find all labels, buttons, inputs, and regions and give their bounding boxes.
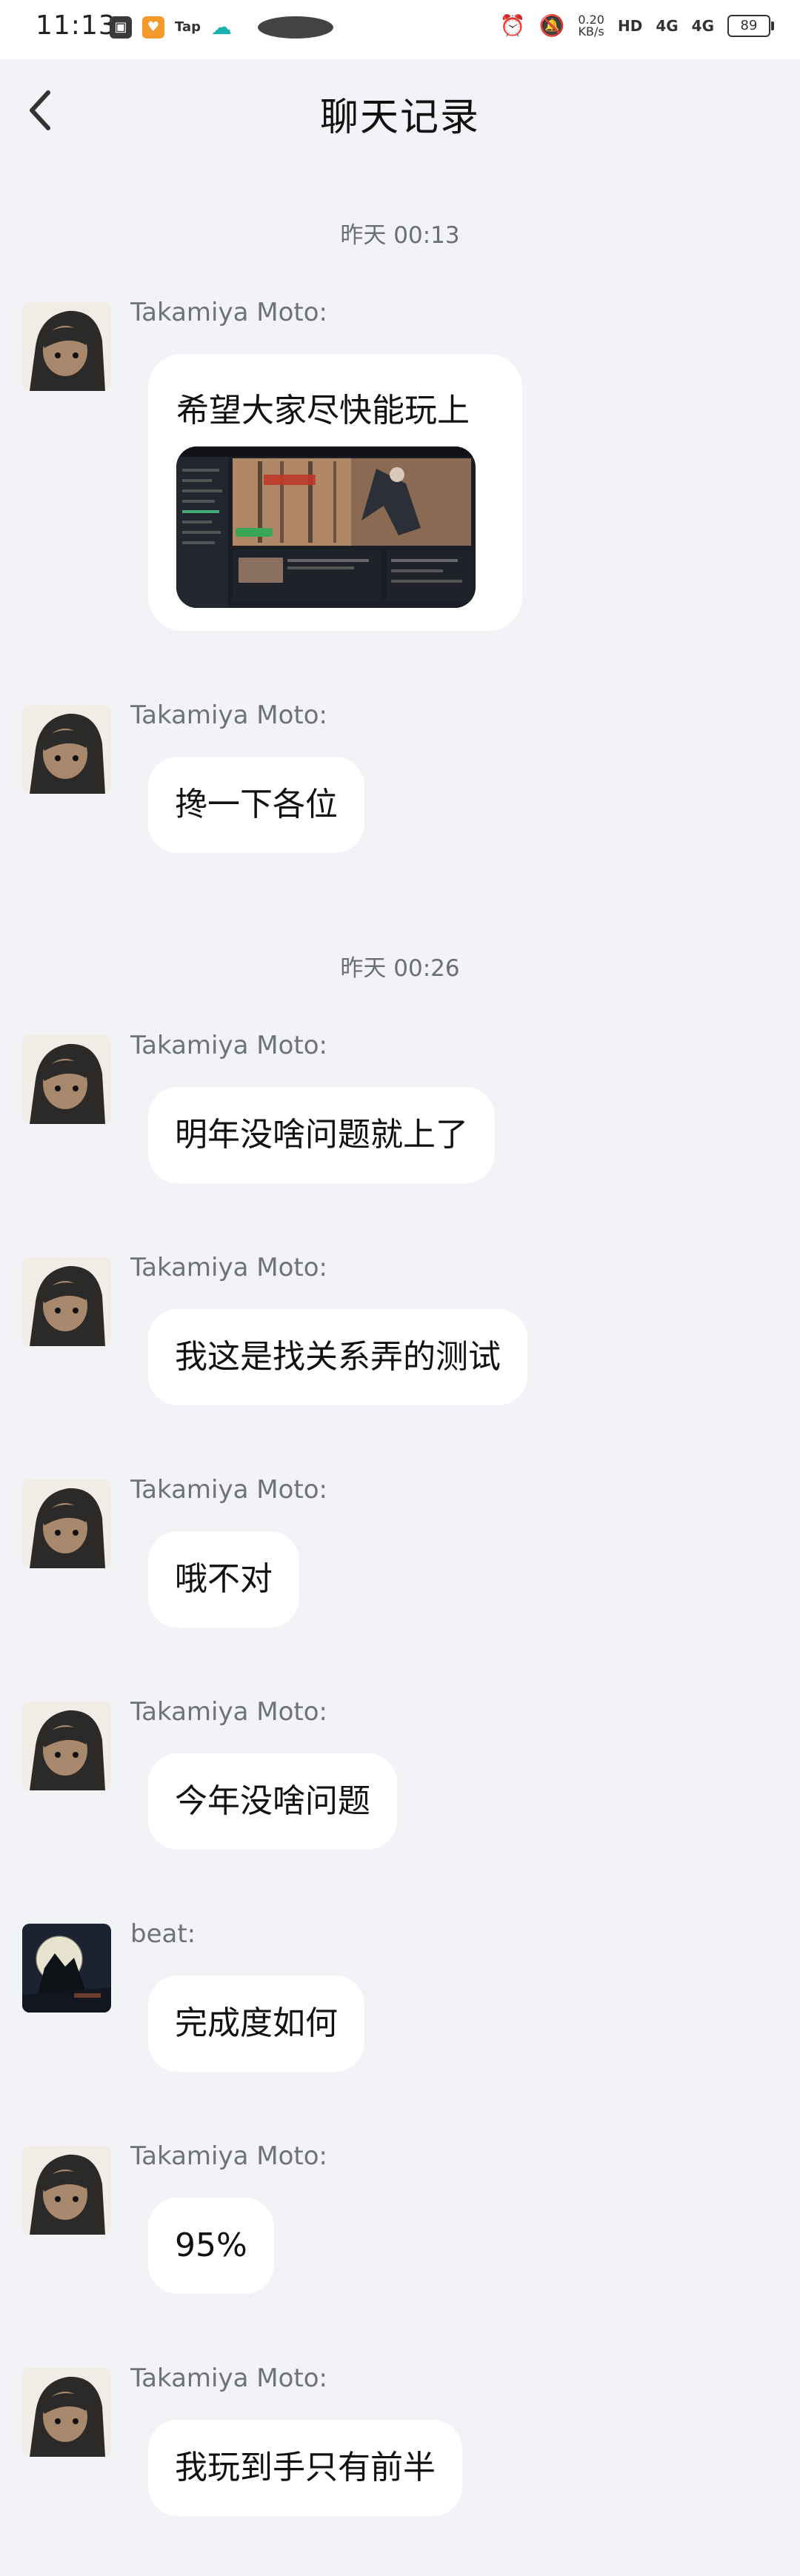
message-bubble[interactable]: 完成度如何	[148, 1976, 364, 2072]
message-bubble[interactable]: 希望大家尽快能玩上	[148, 354, 522, 631]
avatar[interactable]	[22, 1702, 111, 1790]
message-bubble[interactable]: 明年没啥问题就上了	[148, 1087, 495, 1183]
nav-bar: 聊天记录	[0, 59, 800, 163]
sender-name: Takamiya Moto:	[130, 1697, 327, 1727]
message-bubble[interactable]: 我这是找关系弄的测试	[148, 1309, 527, 1405]
avatar[interactable]	[22, 2146, 111, 2235]
cloud-sync-icon: ☁	[211, 15, 232, 39]
tap-app-icon: Tap	[175, 19, 201, 35]
brand-notification-icon: ♥	[142, 16, 164, 39]
status-time: 11:13	[36, 10, 116, 41]
hd-voice-icon: HD	[617, 16, 643, 35]
sender-name: Takamiya Moto:	[130, 700, 327, 730]
sim2-signal-icon: 4G	[691, 16, 714, 35]
avatar[interactable]	[22, 1924, 111, 2013]
message-bubble[interactable]: 搀一下各位	[148, 757, 364, 853]
sender-name: Takamiya Moto:	[130, 2141, 327, 2171]
sender-name: beat:	[130, 1919, 196, 1949]
app-notification-icon: ▣	[110, 16, 132, 39]
sender-name: Takamiya Moto:	[130, 2363, 327, 2393]
message-notification-icon	[258, 16, 333, 39]
status-bar: 11:13 ▣ ♥ Tap ☁ ⏰ 🔕 0.20 KB/s HD 4G 4G 8…	[0, 0, 800, 59]
sim1-signal-icon: 4G	[656, 16, 679, 35]
notification-icons: ▣ ♥ Tap ☁	[110, 15, 333, 39]
image-thumbnail[interactable]	[176, 446, 476, 608]
avatar[interactable]	[22, 1257, 111, 1346]
sender-name: Takamiya Moto:	[130, 1475, 327, 1505]
avatar[interactable]	[22, 302, 111, 391]
mute-icon: 🔕	[539, 13, 565, 38]
page-title: 聊天记录	[319, 96, 480, 140]
avatar[interactable]	[22, 2368, 111, 2457]
alarm-icon: ⏰	[499, 13, 526, 38]
sender-name: Takamiya Moto:	[130, 1031, 327, 1060]
message-bubble[interactable]: 哦不对	[148, 1531, 299, 1627]
message-bubble[interactable]: 我玩到手只有前半	[148, 2420, 462, 2516]
avatar[interactable]	[22, 1479, 111, 1568]
timestamp: 昨天 00:26	[340, 955, 460, 982]
network-speed-unit: KB/s	[578, 24, 604, 39]
avatar[interactable]	[22, 1035, 111, 1124]
sender-name: Takamiya Moto:	[130, 298, 327, 327]
message-bubble[interactable]: 今年没啥问题	[148, 1753, 397, 1850]
system-status-icons: ⏰ 🔕 0.20 KB/s HD 4G 4G 89	[499, 13, 774, 39]
battery-icon: 89	[727, 14, 774, 37]
message-bubble[interactable]: 95%	[148, 2198, 274, 2294]
sender-name: Takamiya Moto:	[130, 1253, 327, 1282]
timestamp: 昨天 00:13	[340, 222, 460, 249]
avatar[interactable]	[22, 705, 111, 794]
network-speed: 0.20 KB/s	[578, 13, 604, 39]
message-text: 希望大家尽快能玩上	[176, 392, 470, 429]
